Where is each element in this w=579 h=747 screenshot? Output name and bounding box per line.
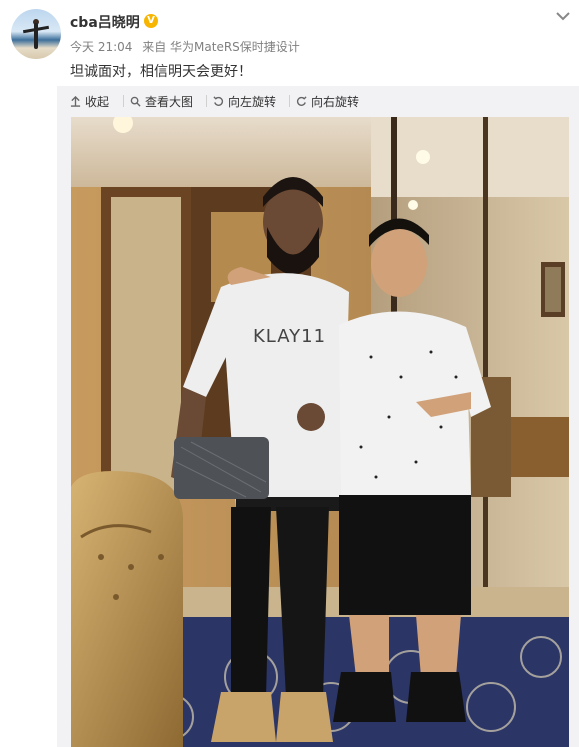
rotate-right-button[interactable]: 向右旋转	[296, 93, 359, 109]
post-meta: 今天 21:04 来自 华为MateRS保时捷设计	[70, 38, 306, 55]
verified-badge-icon: V	[144, 14, 158, 28]
rotate-right-icon	[296, 95, 307, 106]
media-panel: 收起 查看大图 向左旋转 向右旋转 KLAY11	[57, 86, 579, 747]
collapse-button[interactable]: 收起	[70, 93, 109, 109]
toolbar-divider	[289, 95, 290, 107]
toolbar-divider	[206, 95, 207, 107]
media-toolbar: 收起 查看大图 向左旋转 向右旋转	[57, 86, 579, 116]
collapse-label: 收起	[85, 94, 110, 109]
search-icon	[130, 96, 141, 107]
view-large-label: 查看大图	[145, 94, 194, 109]
avatar[interactable]	[11, 9, 61, 59]
username[interactable]: cba吕晓明	[70, 12, 140, 32]
rotate-left-icon	[213, 95, 224, 106]
photo-illustration: KLAY11	[71, 117, 569, 747]
post-photo[interactable]: KLAY11	[71, 117, 569, 747]
post-time[interactable]: 今天 21:04	[70, 40, 132, 54]
post-text: 坦诚面对，相信明天会更好！	[70, 64, 252, 80]
arrow-up-icon	[70, 95, 81, 107]
view-large-button[interactable]: 查看大图	[130, 93, 193, 109]
toolbar-divider	[123, 95, 124, 107]
chevron-down-icon[interactable]	[555, 8, 571, 24]
rotate-left-button[interactable]: 向左旋转	[213, 93, 276, 109]
rotate-left-label: 向左旋转	[228, 94, 277, 109]
shirt-text: KLAY11	[253, 326, 326, 347]
post-source[interactable]: 来自 华为MateRS保时捷设计	[142, 40, 300, 54]
avatar-figure-body	[34, 23, 38, 49]
rotate-right-label: 向右旋转	[311, 94, 360, 109]
post-header: cba吕晓明 V 今天 21:04 来自 华为MateRS保时捷设计 坦诚面对，…	[0, 0, 579, 84]
